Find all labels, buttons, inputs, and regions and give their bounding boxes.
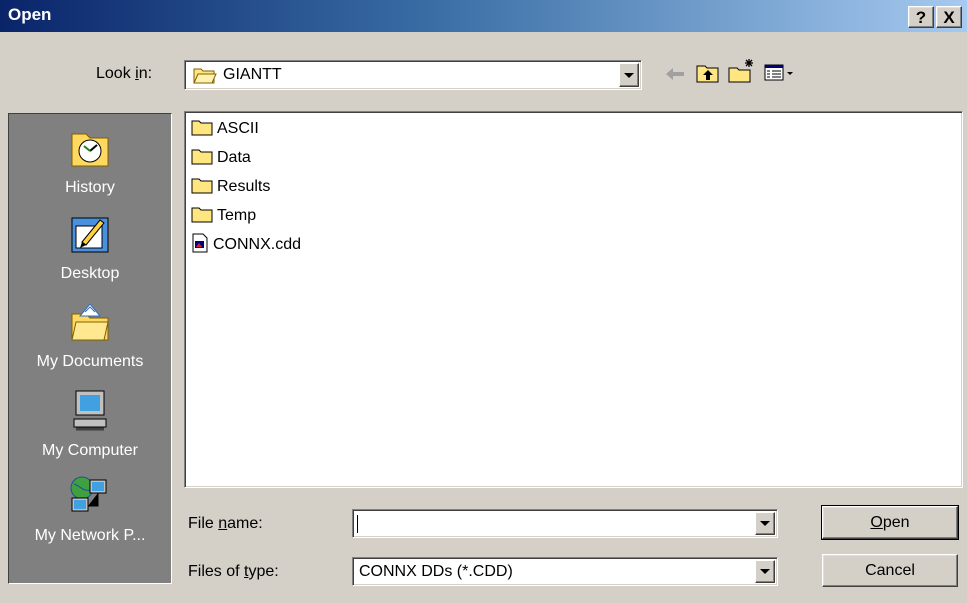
title-bar[interactable]: Open ? X — [0, 0, 967, 32]
files-of-type-dropdown-button[interactable] — [755, 560, 775, 583]
file-list[interactable]: ASCII Data Results Temp CONNX.cdd — [184, 111, 963, 488]
back-button[interactable] — [664, 64, 686, 89]
my-network-places-icon — [9, 474, 171, 523]
file-name-input[interactable] — [352, 509, 778, 538]
up-one-level-icon — [696, 65, 720, 88]
my-computer-icon — [9, 389, 171, 438]
my-documents-icon — [9, 300, 171, 349]
places-item-my-computer[interactable]: My Computer — [9, 389, 171, 460]
folder-icon — [191, 147, 213, 170]
list-item-folder[interactable]: ASCII — [191, 116, 259, 142]
folder-icon — [191, 176, 213, 199]
view-menu-button[interactable] — [764, 63, 796, 88]
cancel-button[interactable]: Cancel — [822, 554, 958, 587]
list-item-folder[interactable]: Results — [191, 174, 270, 200]
help-icon: ? — [915, 8, 927, 27]
files-of-type-value: CONNX DDs (*.CDD) — [359, 563, 513, 580]
places-item-my-network[interactable]: My Network P... — [9, 474, 171, 545]
files-of-type-dropdown[interactable]: CONNX DDs (*.CDD) — [352, 557, 778, 586]
back-arrow-icon — [664, 68, 686, 88]
look-in-dropdown[interactable]: GIANTT — [184, 60, 642, 90]
close-icon: X — [943, 8, 955, 27]
open-folder-icon — [193, 66, 217, 89]
open-button[interactable]: Open — [821, 505, 959, 540]
list-item-file[interactable]: CONNX.cdd — [191, 232, 301, 258]
folder-icon — [191, 205, 213, 228]
window-title: Open — [8, 5, 52, 24]
list-item-folder[interactable]: Temp — [191, 203, 256, 229]
look-in-label: Look in: — [96, 65, 153, 82]
file-name-label: File name: — [188, 515, 263, 532]
places-item-desktop[interactable]: Desktop — [9, 212, 171, 283]
history-icon — [9, 126, 171, 175]
help-button[interactable]: ? — [908, 6, 934, 28]
create-new-folder-button[interactable] — [728, 58, 756, 89]
cdd-file-icon — [191, 233, 209, 258]
chevron-down-icon — [760, 521, 770, 526]
look-in-value: GIANTT — [223, 66, 282, 83]
create-new-folder-icon — [728, 59, 756, 88]
places-item-my-documents[interactable]: My Documents — [9, 300, 171, 371]
list-item-folder[interactable]: Data — [191, 145, 251, 171]
text-cursor — [357, 515, 358, 533]
folder-icon — [191, 118, 213, 141]
chevron-down-icon — [624, 72, 634, 78]
file-name-dropdown-button[interactable] — [755, 512, 775, 535]
places-bar: History Desktop My Documents My Computer… — [8, 113, 172, 584]
desktop-icon — [9, 212, 171, 261]
view-menu-icon — [764, 64, 796, 87]
places-item-history[interactable]: History — [9, 126, 171, 197]
files-of-type-label: Files of type: — [188, 563, 279, 580]
up-one-level-button[interactable] — [696, 62, 720, 89]
close-button[interactable]: X — [936, 6, 962, 28]
chevron-down-icon — [760, 569, 770, 574]
look-in-dropdown-button[interactable] — [619, 63, 639, 87]
